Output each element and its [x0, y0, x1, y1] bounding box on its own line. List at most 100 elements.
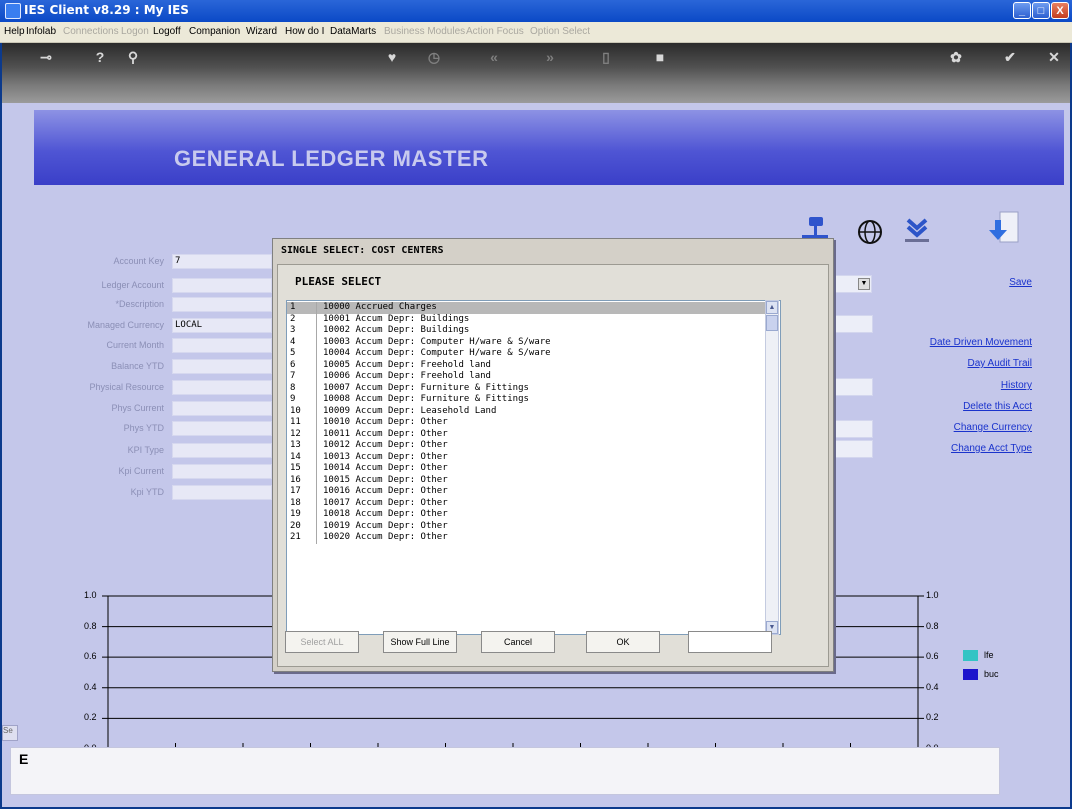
column-divider	[316, 463, 317, 475]
list-item-label: 10015 Accum Depr: Other	[323, 474, 448, 485]
list-item-label: 10003 Accum Depr: Computer H/ware & S/wa…	[323, 336, 551, 347]
ok-button[interactable]: OK	[586, 631, 660, 653]
list-item[interactable]: 9 10008 Accum Depr: Furniture & Fittings	[287, 394, 767, 406]
list-item-label: 10002 Accum Depr: Buildings	[323, 325, 470, 335]
list-item-number: 21	[290, 532, 301, 542]
list-item[interactable]: 6 10005 Accum Depr: Freehold land	[287, 359, 767, 372]
bottom-tab[interactable]: Se	[2, 725, 18, 741]
scroll-up-button[interactable]: ▲	[766, 301, 778, 314]
list-item[interactable]: 20 10019 Accum Depr: Other	[287, 520, 767, 533]
cost-center-list[interactable]: 1 10000 Accrued Charges 2 10001 Accum Depr:…	[286, 300, 781, 635]
y-tick-label-left: 0.8	[84, 620, 97, 631]
list-item-label: 10010 Accum Depr: Other	[323, 417, 448, 427]
y-tick-label-left: 1.0	[84, 590, 97, 600]
list-item[interactable]: 3 10002 Accum Depr: Buildings	[287, 325, 767, 337]
list-item[interactable]: 2 10001 Accum Depr: Buildings	[287, 313, 767, 326]
column-divider	[316, 382, 317, 395]
column-divider	[316, 486, 317, 498]
y-tick-label-right: 0.8	[926, 620, 939, 631]
list-item-label: 10017 Accum Depr: Other	[323, 497, 448, 508]
list-item-label: 10016 Accum Depr: Other	[323, 486, 448, 496]
column-divider	[316, 336, 317, 349]
list-item[interactable]: 12 10011 Accum Depr: Other	[287, 428, 767, 441]
list-item-number: 9	[290, 394, 296, 404]
legend-label-lfe: lfe	[984, 650, 994, 660]
dialog-title: SINGLE SELECT: COST CENTERS	[281, 245, 444, 256]
y-tick-label-right: 0.6	[926, 651, 939, 662]
list-item-number: 4	[290, 336, 296, 347]
column-divider	[316, 313, 317, 326]
list-item[interactable]: 13 10012 Accum Depr: Other	[287, 440, 767, 452]
list-item-number: 16	[290, 474, 301, 485]
y-tick-label-left: 0.2	[84, 712, 97, 723]
list-item[interactable]: 8 10007 Accum Depr: Furniture & Fittings	[287, 382, 767, 395]
y-tick-label-right: 0.4	[926, 681, 939, 692]
cost-center-dialog: SINGLE SELECT: COST CENTERS PLEASE SELEC…	[272, 238, 834, 672]
list-item[interactable]: 18 10017 Accum Depr: Other	[287, 497, 767, 510]
list-item-label: 10005 Accum Depr: Freehold land	[323, 359, 491, 370]
filter-input[interactable]	[688, 631, 772, 653]
list-item-number: 6	[290, 359, 296, 370]
list-item-label: 10009 Accum Depr: Leasehold Land	[323, 405, 497, 416]
legend-label-buc: buc	[984, 669, 999, 679]
column-divider	[316, 405, 317, 418]
cancel-button[interactable]: Cancel	[481, 631, 555, 653]
y-tick-label-left: 0.6	[84, 651, 97, 662]
column-divider	[316, 359, 317, 372]
list-item-label: 10012 Accum Depr: Other	[323, 440, 448, 450]
list-item-label: 10020 Accum Depr: Other	[323, 532, 448, 542]
column-divider	[316, 417, 317, 429]
column-divider	[316, 348, 317, 360]
list-item-number: 14	[290, 451, 301, 462]
status-panel: E	[10, 747, 1000, 795]
show-full-line-button[interactable]: Show Full Line	[383, 631, 457, 653]
list-item[interactable]: 10 10009 Accum Depr: Leasehold Land	[287, 405, 767, 418]
list-item[interactable]: 16 10015 Accum Depr: Other	[287, 474, 767, 487]
list-item-label: 10018 Accum Depr: Other	[323, 509, 448, 519]
column-divider	[316, 509, 317, 521]
list-item-number: 5	[290, 348, 296, 358]
select-all-button[interactable]: Select ALL	[285, 631, 359, 653]
list-item-number: 1	[290, 302, 296, 312]
scroll-thumb[interactable]	[766, 315, 778, 331]
column-divider	[316, 451, 317, 464]
status-glyph: E	[19, 751, 29, 767]
list-item-number: 15	[290, 463, 301, 473]
column-divider	[316, 497, 317, 510]
legend-swatch-lfe	[963, 650, 978, 661]
list-item[interactable]: 14 10013 Accum Depr: Other	[287, 451, 767, 464]
list-item[interactable]: 4 10003 Accum Depr: Computer H/ware & S/w…	[287, 336, 767, 349]
list-item-label: 10019 Accum Depr: Other	[323, 520, 448, 531]
list-item[interactable]: 7 10006 Accum Depr: Freehold land	[287, 371, 767, 383]
column-divider	[316, 302, 317, 314]
list-item[interactable]: 5 10004 Accum Depr: Computer H/ware & S/w…	[287, 348, 767, 360]
column-divider	[316, 325, 317, 337]
dialog-prompt: PLEASE SELECT	[295, 275, 382, 288]
list-item-number: 13	[290, 440, 301, 450]
y-tick-label-right: 0.2	[926, 712, 939, 723]
list-item[interactable]: 19 10018 Accum Depr: Other	[287, 509, 767, 521]
list-item[interactable]: 21 10020 Accum Depr: Other	[287, 532, 767, 544]
list-scrollbar[interactable]: ▲ ▼	[765, 300, 779, 635]
list-item-label: 10013 Accum Depr: Other	[323, 451, 448, 462]
list-item-number: 20	[290, 520, 301, 531]
column-divider	[316, 440, 317, 452]
list-item[interactable]: 11 10010 Accum Depr: Other	[287, 417, 767, 429]
list-item-number: 11	[290, 417, 301, 427]
list-item[interactable]: 17 10016 Accum Depr: Other	[287, 486, 767, 498]
column-divider	[316, 520, 317, 533]
list-item-label: 10008 Accum Depr: Furniture & Fittings	[323, 394, 529, 404]
column-divider	[316, 394, 317, 406]
list-item-number: 7	[290, 371, 296, 381]
list-item-label: 10004 Accum Depr: Computer H/ware & S/wa…	[323, 348, 551, 358]
list-item-number: 2	[290, 313, 296, 324]
list-item-label: 10014 Accum Depr: Other	[323, 463, 448, 473]
y-tick-label-right: 1.0	[926, 590, 939, 600]
list-item-label: 10011 Accum Depr: Other	[323, 428, 448, 439]
y-tick-label-left: 0.4	[84, 681, 97, 692]
list-item-number: 3	[290, 325, 296, 335]
list-item[interactable]: 15 10014 Accum Depr: Other	[287, 463, 767, 475]
list-item[interactable]: 1 10000 Accrued Charges	[287, 302, 767, 314]
legend-swatch-buc	[963, 669, 978, 680]
list-item-label: 10000 Accrued Charges	[323, 302, 437, 312]
